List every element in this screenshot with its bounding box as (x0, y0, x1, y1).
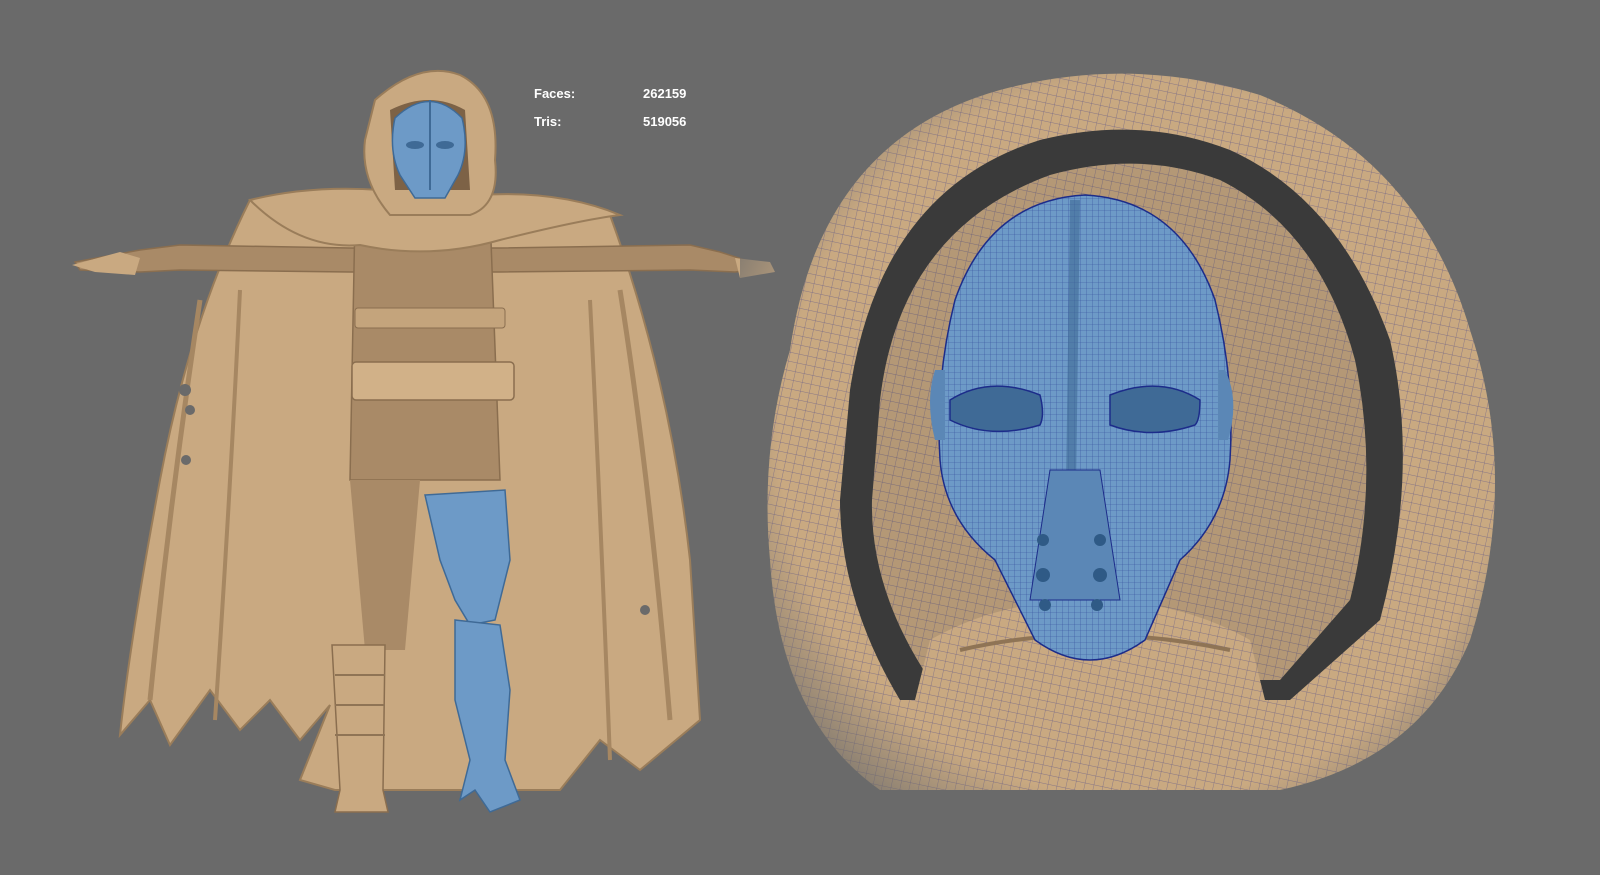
faces-label: Faces: (534, 86, 576, 101)
character-model-full (72, 69, 775, 813)
character-closeup-wireframe (740, 40, 1540, 840)
tris-label: Tris: (534, 114, 562, 129)
3d-viewport[interactable]: Faces: 262159 Tris: 519056 (0, 0, 1600, 875)
scene-render (72, 40, 1540, 840)
faces-value: 262159 (643, 86, 687, 101)
tris-value: 519056 (643, 114, 687, 129)
